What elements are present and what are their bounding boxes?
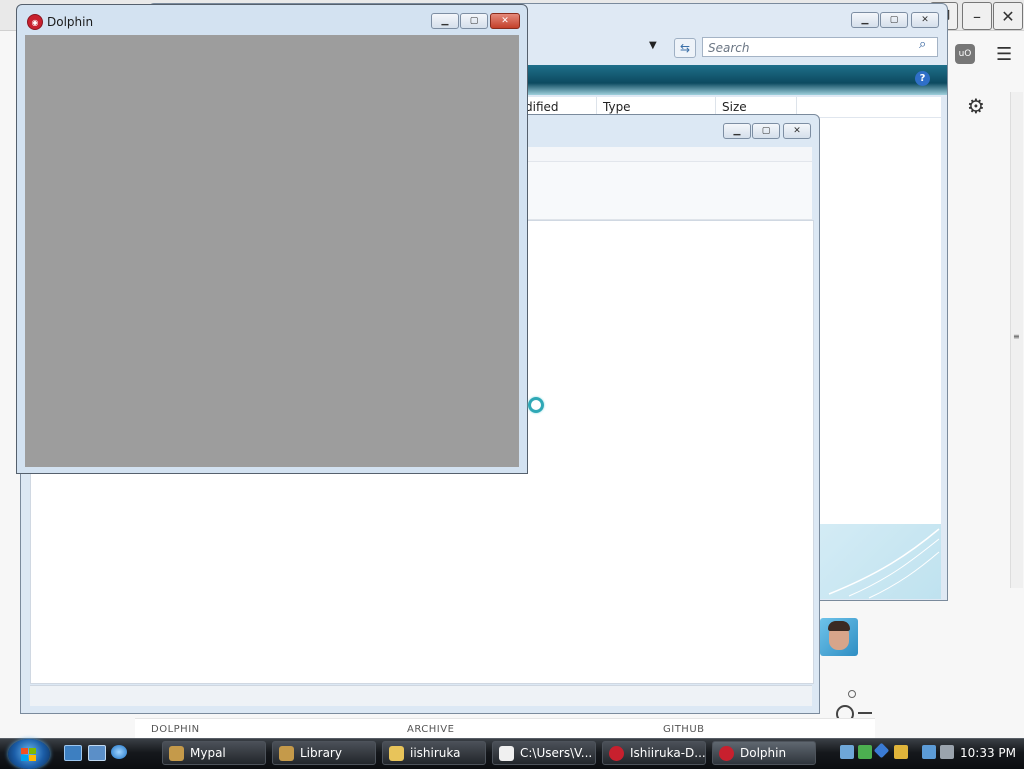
bottom-label-github[interactable]: GITHUB <box>663 724 705 735</box>
switch-windows-icon[interactable] <box>88 745 106 761</box>
folder-icon <box>389 745 404 761</box>
taskbar-item-7zip[interactable]: C:\Users\V... <box>492 741 596 765</box>
busy-cursor-icon <box>528 397 544 413</box>
column-modified[interactable]: dified <box>525 100 559 114</box>
show-desktop-icon[interactable] <box>64 745 82 761</box>
taskbar-clock[interactable]: 10:33 PM <box>960 746 1016 760</box>
bottom-label-archive[interactable]: ARCHIVE <box>407 724 454 735</box>
help-icon[interactable]: ? <box>915 71 930 86</box>
column-size[interactable]: Size <box>722 100 747 114</box>
browser-close-button[interactable]: ✕ <box>993 2 1023 30</box>
dolphin-maximize-button[interactable]: ▢ <box>460 13 488 29</box>
internet-explorer-icon[interactable] <box>111 745 127 759</box>
tray-app-icon[interactable] <box>858 745 872 759</box>
render-canvas[interactable] <box>25 35 519 467</box>
network-icon[interactable] <box>922 745 936 759</box>
browser-minimize-button[interactable]: – <box>962 2 992 30</box>
taskbar-item-label: Library <box>300 746 342 760</box>
dolphin-window: ◉ Dolphin ▁ ▢ ✕ <box>16 4 528 474</box>
address-dropdown-icon[interactable]: ▼ <box>649 40 657 51</box>
dialog-minimize-button[interactable]: ▁ <box>723 123 751 139</box>
mypal-icon <box>169 745 184 761</box>
vertical-scrollbar[interactable]: ≡ <box>1010 92 1023 588</box>
volume-muted-icon[interactable] <box>940 745 954 759</box>
dolphin-icon <box>609 745 624 761</box>
search-input[interactable]: Search <box>702 37 938 57</box>
taskbar-item-label: iishiruka <box>410 746 461 760</box>
taskbar-item-label: Ishiiruka-D... <box>630 746 706 760</box>
scrollbar-grip-icon[interactable]: ≡ <box>1013 332 1021 342</box>
tray-app-icon[interactable] <box>840 745 854 759</box>
refresh-button[interactable]: ⇆ <box>674 38 696 58</box>
mypal-icon <box>279 745 294 761</box>
start-button[interactable] <box>8 739 50 769</box>
windows-logo-icon <box>21 748 36 761</box>
explorer-maximize-button[interactable]: ▢ <box>880 12 908 28</box>
taskbar-item-mypal[interactable]: Mypal <box>162 741 266 765</box>
dolphin-close-button[interactable]: ✕ <box>490 13 520 29</box>
ublock-extension-icon[interactable]: uO <box>955 44 975 64</box>
dolphin-icon <box>719 745 734 761</box>
explorer-close-button[interactable]: ✕ <box>911 12 939 28</box>
dolphin-app-icon[interactable]: ◉ <box>27 14 43 30</box>
bottom-label-dolphin[interactable]: DOLPHIN <box>151 724 200 735</box>
7zip-icon <box>499 745 514 761</box>
settings-gear-icon[interactable]: ⚙ <box>967 94 985 118</box>
dash-icon <box>858 712 872 714</box>
taskbar-item-label: Dolphin <box>740 746 787 760</box>
taskbar-item-iishiruka[interactable]: iishiruka <box>382 741 486 765</box>
dialog-close-button[interactable]: ✕ <box>783 123 811 139</box>
explorer-minimize-button[interactable]: ▁ <box>851 12 879 28</box>
dolphin-minimize-button[interactable]: ▁ <box>431 13 459 29</box>
window-title: Dolphin <box>47 15 94 29</box>
taskbar-item-dolphin[interactable]: Dolphin <box>712 741 816 765</box>
taskbar-item-library[interactable]: Library <box>272 741 376 765</box>
taskbar-item-ishiiruka[interactable]: Ishiiruka-D... <box>602 741 706 765</box>
avatar-hair <box>828 621 850 631</box>
dialog-status-bar <box>30 685 812 706</box>
column-type[interactable]: Type <box>603 100 631 114</box>
search-icon[interactable]: ⌕ <box>919 37 926 52</box>
tray-warning-icon[interactable] <box>894 745 908 759</box>
hamburger-menu-icon[interactable]: ☰ <box>996 44 1012 65</box>
refresh-small-icon[interactable] <box>848 690 856 698</box>
user-avatar[interactable] <box>820 618 858 656</box>
taskbar-item-label: C:\Users\V... <box>520 746 593 760</box>
taskbar-item-label: Mypal <box>190 746 226 760</box>
dialog-maximize-button[interactable]: ▢ <box>752 123 780 139</box>
